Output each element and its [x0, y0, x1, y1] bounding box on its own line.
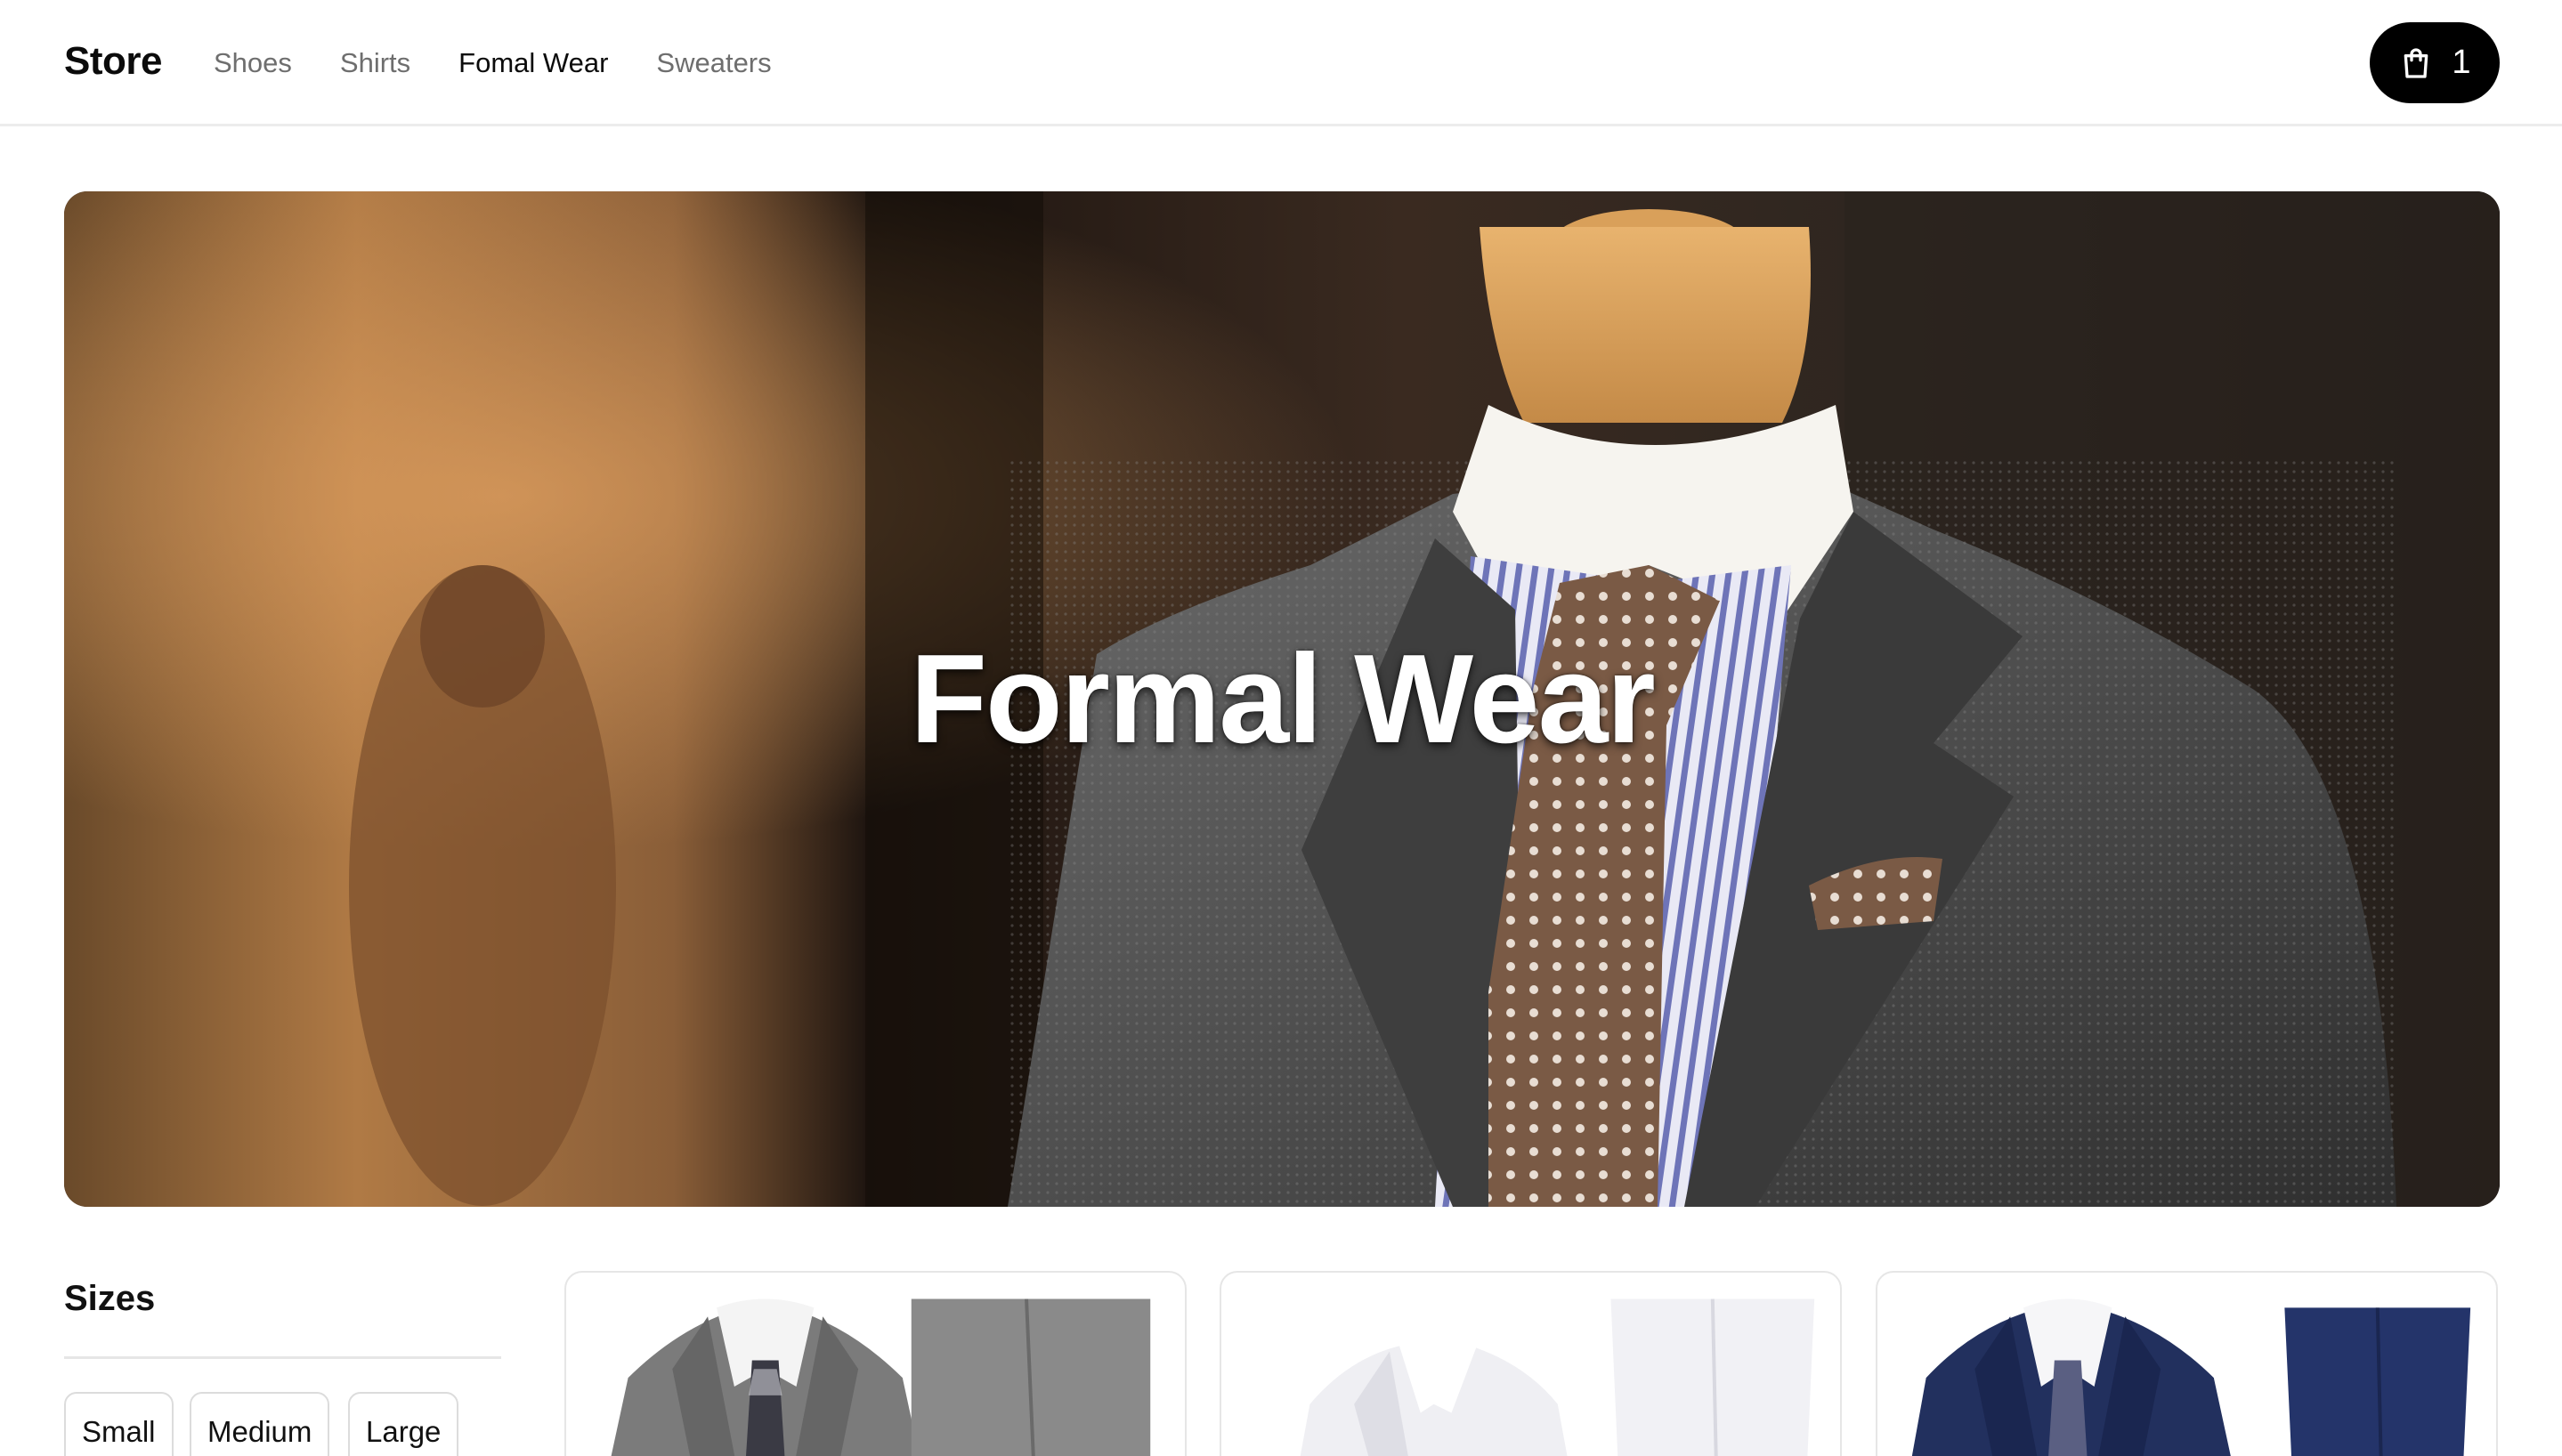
size-option-small[interactable]: Small — [64, 1392, 174, 1456]
sizes-heading: Sizes — [64, 1279, 156, 1318]
product-card[interactable] — [1876, 1271, 2498, 1456]
shopping-bag-icon — [2404, 47, 2428, 78]
nav-item-shirts[interactable]: Shirts — [340, 46, 410, 80]
nav-item-sweaters[interactable]: Sweaters — [656, 46, 771, 80]
product-card[interactable] — [1220, 1271, 1842, 1456]
product-card[interactable] — [564, 1271, 1187, 1456]
hero-banner: Formal Wear — [64, 191, 2500, 1207]
product-image — [1911, 1298, 2471, 1456]
cart-count: 1 — [2452, 44, 2471, 81]
category-nav: Shoes Shirts Fomal Wear Sweaters — [214, 46, 772, 80]
store-logo[interactable]: Store — [64, 39, 162, 84]
product-image — [1300, 1298, 1815, 1456]
nav-item-formal-wear[interactable]: Fomal Wear — [458, 46, 608, 80]
hero-title: Formal Wear — [910, 627, 1656, 770]
size-option-medium[interactable]: Medium — [190, 1392, 330, 1456]
size-option-large[interactable]: Large — [348, 1392, 459, 1456]
product-image — [611, 1298, 1151, 1456]
nav-item-shoes[interactable]: Shoes — [214, 46, 292, 80]
sizes-divider — [64, 1356, 501, 1359]
site-header: Store Shoes Shirts Fomal Wear Sweaters 1 — [0, 0, 2562, 126]
cart-button[interactable]: 1 — [2370, 22, 2500, 103]
